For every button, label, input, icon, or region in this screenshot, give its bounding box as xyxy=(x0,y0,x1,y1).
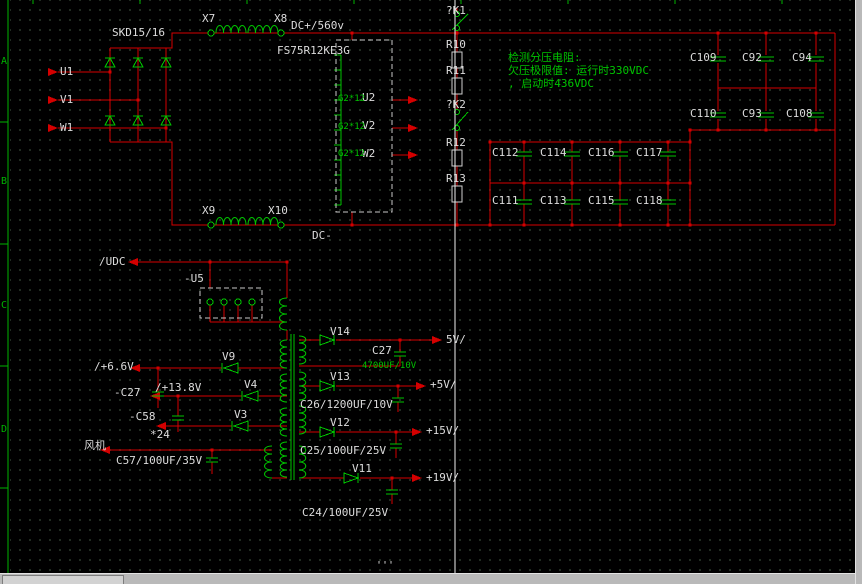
cap-c27-aux-label: -C27 xyxy=(114,387,141,398)
net-plus19v-label: +19V/ xyxy=(426,472,459,483)
net-plus6v6-label: /+6.6V xyxy=(94,361,134,372)
horizontal-scrollbar-thumb[interactable] xyxy=(2,575,124,584)
transformer-ref-label: -U5 xyxy=(184,273,204,284)
cap-c25-label: C25/100UF/25V xyxy=(300,445,386,456)
cap-c24-label: C24/100UF/25V xyxy=(302,507,388,518)
cap-c118-label: C118 xyxy=(636,195,663,206)
cap-c27-value-label: 4700UF/10V xyxy=(362,362,416,371)
input-u1-label: U1 xyxy=(60,66,73,77)
net-plus13v8-label: /+13.8V xyxy=(155,382,201,393)
net-24v-label: *24 xyxy=(150,429,170,440)
igbt-pin-note-1: G2*12 xyxy=(338,95,365,104)
relay-k1-label: ?K1 xyxy=(446,5,466,16)
cap-c58-label: -C58 xyxy=(129,411,156,422)
net-udc-label: /UDC xyxy=(99,256,126,267)
relay-k2-label: ?K2 xyxy=(446,99,466,110)
cap-c115-label: C115 xyxy=(588,195,615,206)
annotation-line2: 欠压极限值: 运行时330VDC xyxy=(508,65,649,76)
cap-c92-label: C92 xyxy=(742,52,762,63)
cap-c109-label: C109 xyxy=(690,52,717,63)
horizontal-scrollbar[interactable] xyxy=(0,573,855,584)
diode-v9-label: V9 xyxy=(222,351,235,362)
input-w1-label: W1 xyxy=(60,122,73,133)
terminal-x9-label: X9 xyxy=(202,205,215,216)
cap-c117-label: C117 xyxy=(636,147,663,158)
cap-c108-label: C108 xyxy=(786,108,813,119)
inductor-winding-icons xyxy=(216,26,306,481)
net-plus15v-label: +15V/ xyxy=(426,425,459,436)
resistor-r13-label: R13 xyxy=(446,173,466,184)
cap-c93-label: C93 xyxy=(742,108,762,119)
diode-v3-label: V3 xyxy=(234,409,247,420)
net-dc-plus-label: DC+/560v xyxy=(291,20,344,31)
annotation-line1: 检测分压电阻: xyxy=(508,52,581,63)
net-plus5v-label: +5V/ xyxy=(430,379,457,390)
schematic-editor-canvas[interactable]: A B C D SKD15/16 X7 X8 DC+/560v FS75R12K… xyxy=(0,0,862,584)
cap-c94-label: C94 xyxy=(792,52,812,63)
terminal-x8-label: X8 xyxy=(274,13,287,24)
cap-c116-label: C116 xyxy=(588,147,615,158)
status-marks: ''' xyxy=(376,561,394,571)
capacitor-icons xyxy=(152,57,824,494)
input-v1-label: V1 xyxy=(60,94,73,105)
zone-letter-a: A xyxy=(1,57,7,67)
cap-c26-label: C26/1200UF/10V xyxy=(300,399,393,410)
zone-letter-c: C xyxy=(1,301,7,311)
annotation-line3: , 启动时436VDC xyxy=(508,78,594,89)
cap-c27-out-label: C27 xyxy=(372,345,392,356)
zone-letter-b: B xyxy=(1,177,7,187)
diode-v11-label: V11 xyxy=(352,463,372,474)
igbt-pin-note-3: G2*12 xyxy=(338,150,365,159)
terminal-x7-label: X7 xyxy=(202,13,215,24)
terminal-x10-label: X10 xyxy=(268,205,288,216)
diode-v12-label: V12 xyxy=(330,417,350,428)
igbt-ref-label: FS75R12KE3G xyxy=(277,45,350,56)
bridge-ref-label: SKD15/16 xyxy=(112,27,165,38)
schematic-drawing xyxy=(0,0,862,584)
net-dc-minus-label: DC- xyxy=(312,230,332,241)
vertical-scrollbar[interactable] xyxy=(855,0,862,584)
diode-v13-label: V13 xyxy=(330,371,350,382)
sheet-border xyxy=(0,0,782,573)
resistor-r11-label: R11 xyxy=(446,65,466,76)
cap-c111-label: C111 xyxy=(492,195,519,206)
resistor-r10-label: R10 xyxy=(446,39,466,50)
net-5v-label: 5V/ xyxy=(446,334,466,345)
fan-label: 风机 xyxy=(84,440,106,451)
cap-c114-label: C114 xyxy=(540,147,567,158)
diode-v14-label: V14 xyxy=(330,326,350,337)
resistor-r12-label: R12 xyxy=(446,137,466,148)
cap-c113-label: C113 xyxy=(540,195,567,206)
cap-c112-label: C112 xyxy=(492,147,519,158)
cap-c57-label: C57/100UF/35V xyxy=(116,455,202,466)
cap-c110-label: C110 xyxy=(690,108,717,119)
diode-v4-label: V4 xyxy=(244,379,257,390)
igbt-pin-note-2: G2*12 xyxy=(338,123,365,132)
zone-letter-d: D xyxy=(1,425,7,435)
